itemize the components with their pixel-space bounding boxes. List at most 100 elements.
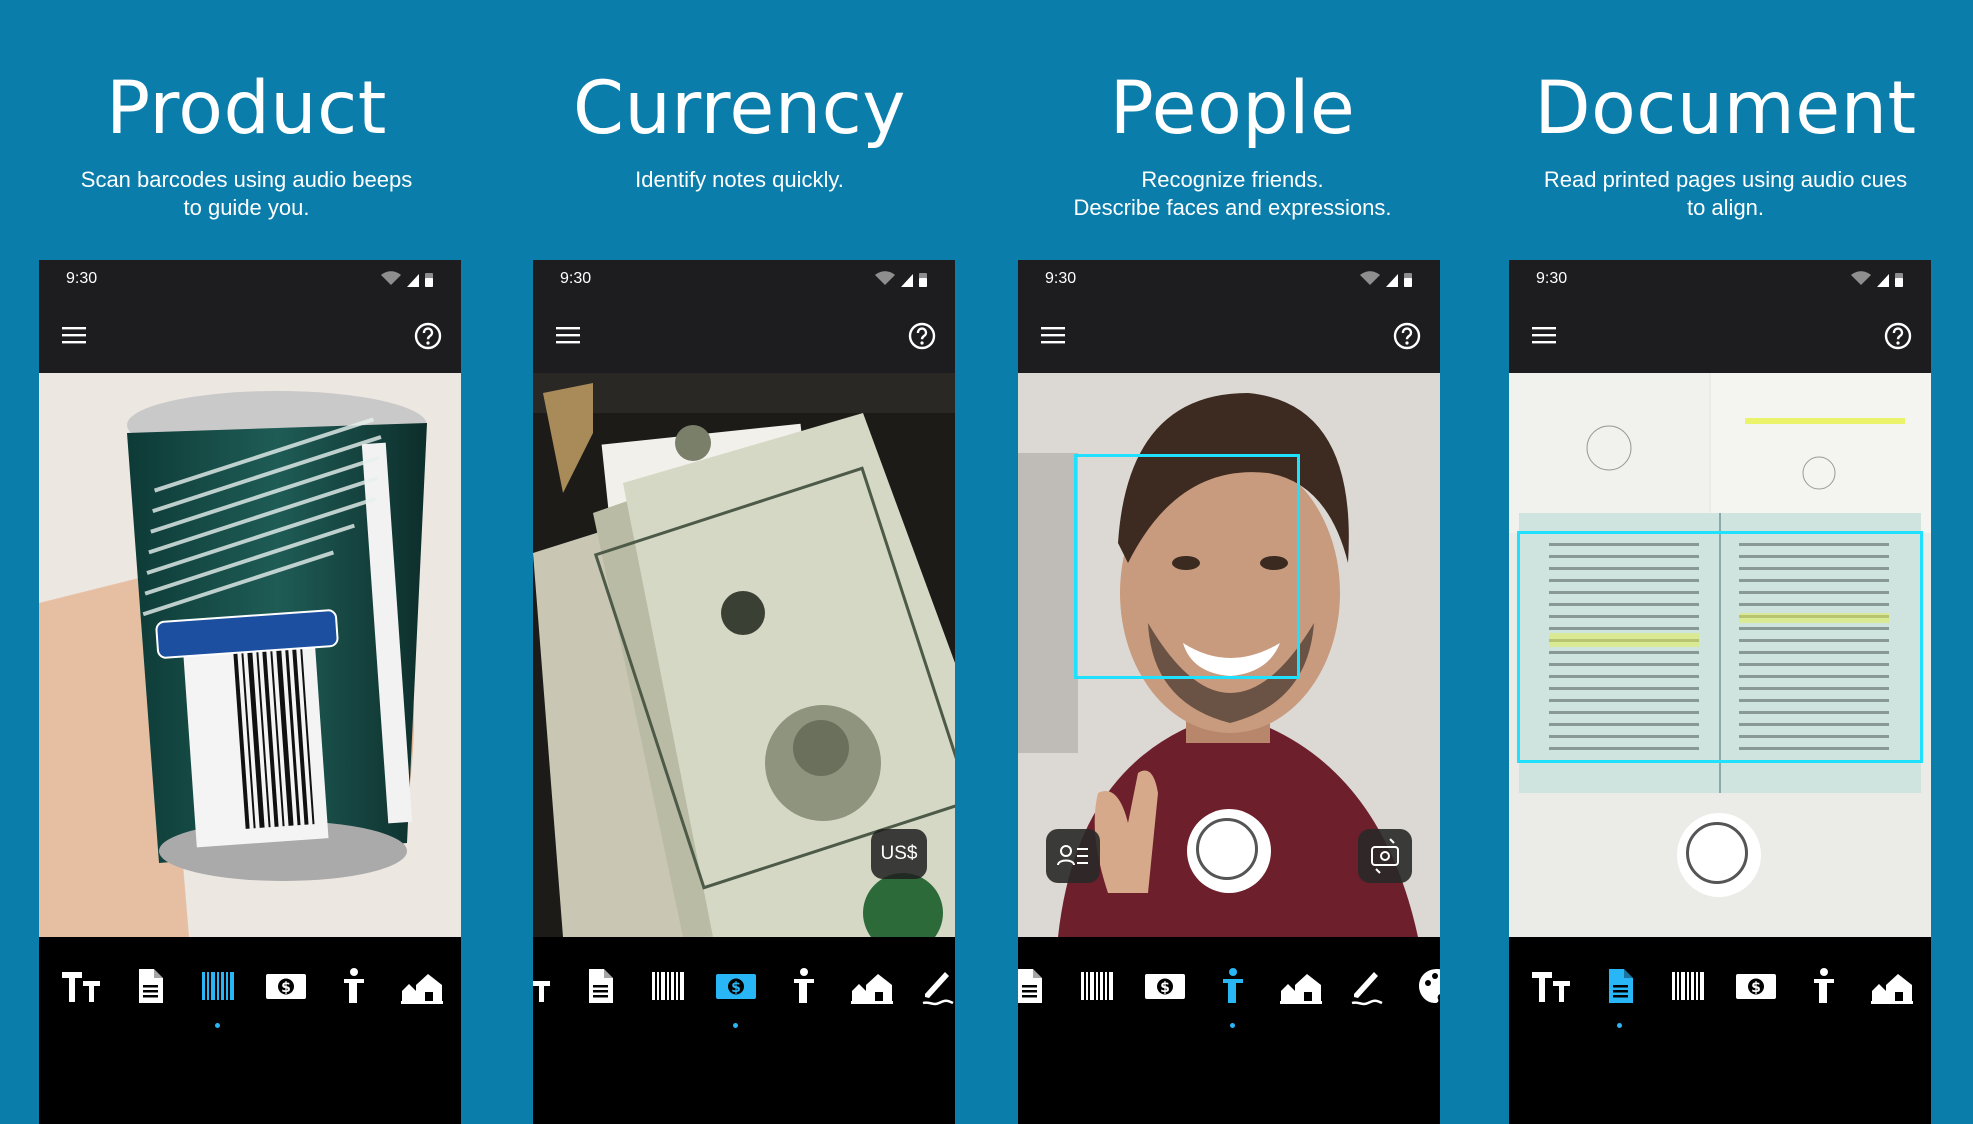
tab-scene[interactable] bbox=[1278, 963, 1324, 1009]
app-bar bbox=[1509, 298, 1931, 373]
mode-tab-bar bbox=[39, 937, 461, 1124]
barcode-icon bbox=[645, 963, 691, 1009]
help-icon[interactable] bbox=[1883, 321, 1913, 351]
tab-scene[interactable] bbox=[849, 963, 895, 1009]
menu-icon[interactable] bbox=[59, 322, 89, 348]
switch-camera-button[interactable] bbox=[1358, 829, 1412, 883]
tab-currency[interactable] bbox=[1142, 963, 1188, 1009]
short-text-icon bbox=[1529, 963, 1575, 1009]
active-tab-indicator bbox=[215, 1023, 220, 1028]
phone-screen: 9:30 US$ bbox=[533, 260, 955, 1124]
tab-handwriting[interactable] bbox=[917, 963, 955, 1009]
tab-currency[interactable] bbox=[1733, 963, 1779, 1009]
panel-people: People Recognize friends. Describe faces… bbox=[986, 0, 1479, 1124]
barcode-icon bbox=[1074, 963, 1120, 1009]
person-icon bbox=[781, 963, 827, 1009]
phone-screen: 9:30 bbox=[1018, 260, 1440, 1124]
status-bar: 9:30 bbox=[39, 260, 461, 298]
handwriting-icon bbox=[917, 963, 955, 1009]
handwriting-icon bbox=[1346, 963, 1392, 1009]
phone-screen: 9:30 bbox=[39, 260, 461, 1124]
active-tab-indicator bbox=[1617, 1023, 1622, 1028]
help-icon[interactable] bbox=[413, 321, 443, 351]
camera-view-people bbox=[1018, 373, 1440, 937]
tab-person[interactable] bbox=[1801, 963, 1847, 1009]
help-icon[interactable] bbox=[907, 321, 937, 351]
person-icon bbox=[331, 963, 377, 1009]
tab-short-text[interactable] bbox=[533, 963, 555, 1009]
menu-icon[interactable] bbox=[1038, 322, 1068, 348]
tab-short-text[interactable] bbox=[1529, 963, 1575, 1009]
tab-product-barcode[interactable] bbox=[645, 963, 691, 1009]
people-list-button[interactable] bbox=[1046, 829, 1100, 883]
tab-document[interactable] bbox=[1597, 963, 1643, 1028]
camera-view-product bbox=[39, 373, 461, 937]
document-icon bbox=[1018, 963, 1052, 1009]
tab-document[interactable] bbox=[1018, 963, 1052, 1009]
app-bar bbox=[1018, 298, 1440, 373]
tab-product-barcode[interactable] bbox=[1665, 963, 1711, 1009]
currency-icon bbox=[713, 963, 759, 1009]
mode-tab-bar bbox=[533, 937, 955, 1124]
panel-product: Product Scan barcodes using audio beeps … bbox=[0, 0, 493, 1124]
menu-icon[interactable] bbox=[553, 322, 583, 348]
short-text-icon bbox=[59, 963, 105, 1009]
panel-title: People bbox=[1109, 66, 1356, 151]
currency-icon bbox=[1142, 963, 1188, 1009]
menu-icon[interactable] bbox=[1529, 322, 1559, 348]
currency-icon bbox=[1733, 963, 1779, 1009]
tab-product-barcode[interactable] bbox=[1074, 963, 1120, 1009]
shutter-button[interactable] bbox=[1677, 813, 1761, 897]
signal-battery-icon bbox=[1356, 270, 1416, 290]
signal-battery-icon bbox=[377, 270, 437, 290]
status-bar: 9:30 bbox=[1509, 260, 1931, 298]
tab-scene[interactable] bbox=[1869, 963, 1915, 1009]
people-list-icon bbox=[1057, 845, 1088, 866]
subtitle-line: to align. bbox=[1686, 195, 1765, 220]
document-icon bbox=[577, 963, 623, 1009]
status-time: 9:30 bbox=[66, 270, 98, 287]
scene-icon bbox=[849, 963, 895, 1009]
tab-handwriting[interactable] bbox=[1346, 963, 1392, 1009]
panel-title: Currency bbox=[573, 66, 906, 151]
scene-icon bbox=[1278, 963, 1324, 1009]
person-icon bbox=[1210, 963, 1256, 1009]
tab-document[interactable] bbox=[577, 963, 623, 1009]
shutter-button[interactable] bbox=[1187, 809, 1271, 893]
status-bar: 9:30 bbox=[1018, 260, 1440, 298]
active-tab-indicator bbox=[1230, 1023, 1235, 1028]
subtitle-line: Describe faces and expressions. bbox=[1073, 195, 1392, 220]
subtitle-line: to guide you. bbox=[183, 195, 310, 220]
help-icon[interactable] bbox=[1392, 321, 1422, 351]
tab-scene[interactable] bbox=[399, 963, 445, 1009]
tab-product-barcode[interactable] bbox=[195, 963, 241, 1028]
panel-subtitle: Identify notes quickly. bbox=[493, 166, 986, 194]
status-time: 9:30 bbox=[560, 270, 592, 287]
tab-short-text[interactable] bbox=[59, 963, 105, 1009]
subtitle-line: Identify notes quickly. bbox=[635, 167, 844, 192]
document-icon bbox=[1597, 963, 1643, 1009]
signal-battery-icon bbox=[1847, 270, 1907, 290]
tab-color[interactable] bbox=[1414, 963, 1440, 1009]
currency-icon bbox=[263, 963, 309, 1009]
tab-currency[interactable] bbox=[713, 963, 759, 1028]
panel-title: Product bbox=[106, 66, 387, 151]
tab-person[interactable] bbox=[1210, 963, 1256, 1028]
panel-subtitle: Recognize friends. Describe faces and ex… bbox=[986, 166, 1479, 222]
scene-icon bbox=[1869, 963, 1915, 1009]
status-time: 9:30 bbox=[1045, 270, 1077, 287]
subtitle-line: Recognize friends. bbox=[1141, 167, 1324, 192]
panel-document: Document Read printed pages using audio … bbox=[1479, 0, 1972, 1124]
signal-battery-icon bbox=[871, 270, 931, 290]
panel-title: Document bbox=[1534, 66, 1917, 151]
camera-view-document bbox=[1509, 373, 1931, 937]
phone-screen: 9:30 bbox=[1509, 260, 1931, 1124]
status-time: 9:30 bbox=[1536, 270, 1568, 287]
face-detection-box bbox=[1074, 454, 1300, 679]
currency-result-badge[interactable]: US$ bbox=[871, 829, 927, 879]
tab-document[interactable] bbox=[127, 963, 173, 1009]
tab-person[interactable] bbox=[781, 963, 827, 1009]
status-bar: 9:30 bbox=[533, 260, 955, 298]
tab-person[interactable] bbox=[331, 963, 377, 1009]
tab-currency[interactable] bbox=[263, 963, 309, 1009]
